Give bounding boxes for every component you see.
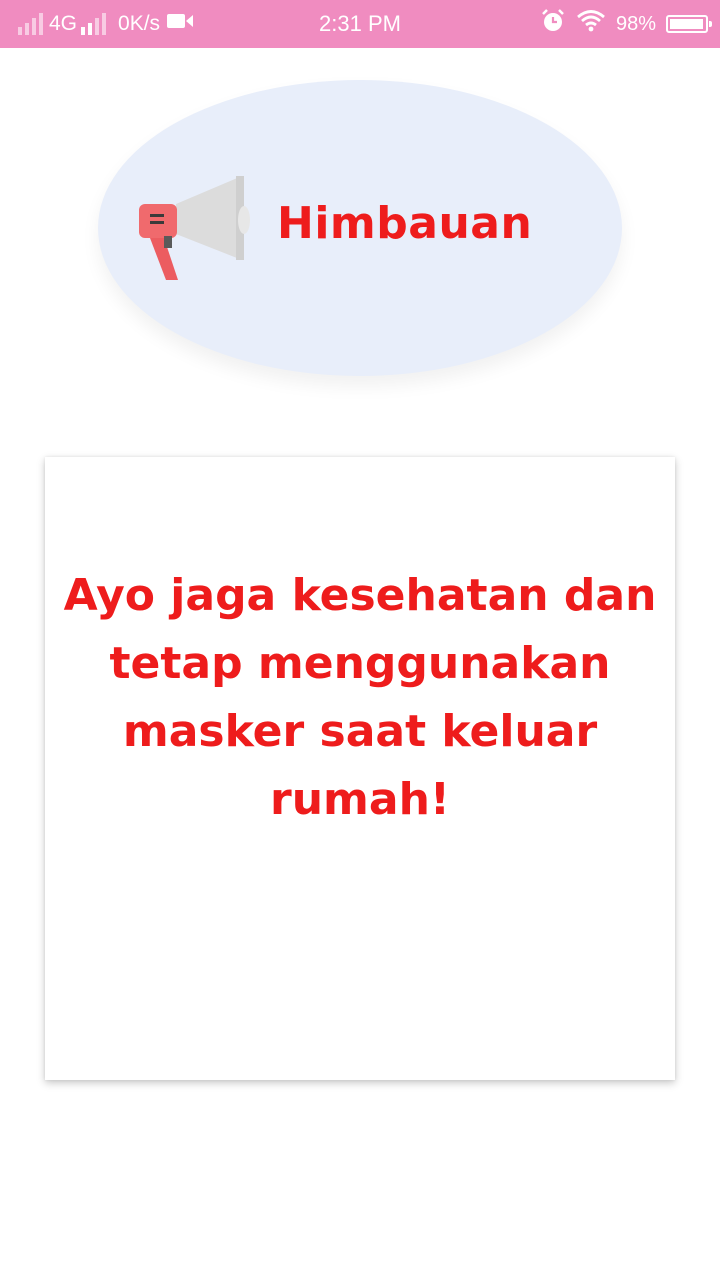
announcement-message: Ayo jaga kesehatan dan tetap menggunakan… (63, 570, 657, 825)
wifi-icon (576, 9, 606, 39)
battery-percent: 98% (615, 12, 656, 35)
status-bar-right: 98% (540, 0, 712, 48)
megaphone-icon (136, 174, 252, 284)
page-title: Himbauan (277, 198, 533, 249)
status-bar: 4G 0K/s 2:31 PM 98% (0, 0, 720, 48)
clock: 2:31 PM (319, 11, 401, 36)
announcement-card: Ayo jaga kesehatan dan tetap menggunakan… (45, 457, 675, 1080)
battery-level (670, 19, 703, 29)
alarm-icon (540, 8, 566, 40)
battery-icon (666, 15, 712, 33)
